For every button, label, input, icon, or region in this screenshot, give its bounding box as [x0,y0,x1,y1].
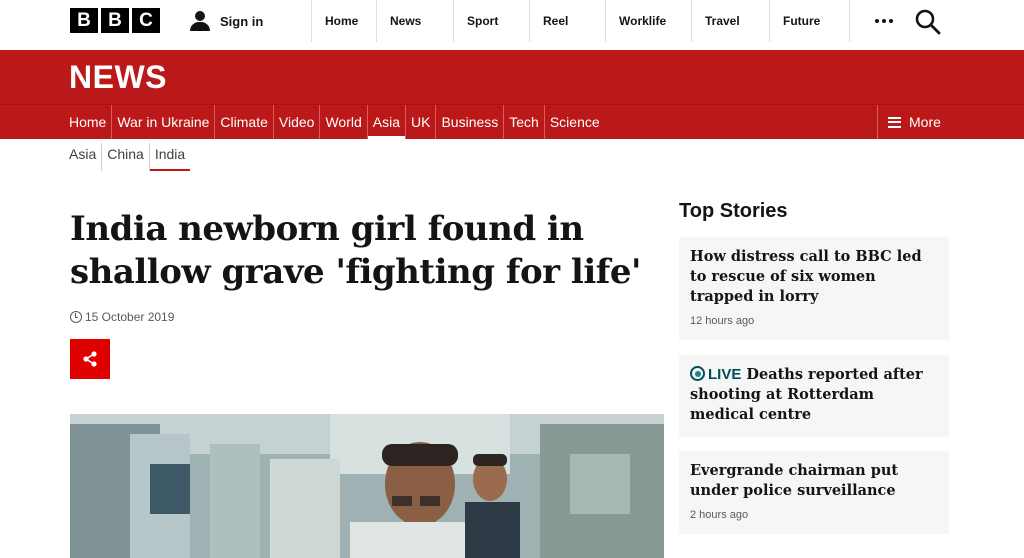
section-nav-climate[interactable]: Climate [215,105,274,139]
top-nav: Home News Sport Reel Worklife Travel Fut… [311,0,850,42]
top-story-card[interactable]: Evergrande chairman put under police sur… [679,451,949,534]
bbc-logo-letter: C [132,8,160,33]
top-stories-title: Top Stories [679,200,788,222]
more-label: More [909,114,941,130]
article-headline: India newborn girl found in shallow grav… [70,209,641,292]
top-story-headline[interactable]: LIVE Deaths reported after shooting at R… [690,365,938,425]
clock-icon [70,311,82,323]
sub-nav-china[interactable]: China [102,143,150,171]
section-nav-tech[interactable]: Tech [504,105,545,139]
bbc-logo-letter: B [101,8,129,33]
sub-nav-india[interactable]: India [149,143,191,171]
top-story-card[interactable]: LIVE Deaths reported after shooting at R… [679,355,949,437]
section-nav-business[interactable]: Business [436,105,505,139]
article-photo-illustration [70,414,664,558]
person-icon [189,10,211,32]
hamburger-icon [888,116,901,128]
sub-nav: Asia China India [64,143,191,173]
article-date-text: 15 October 2019 [85,310,175,324]
top-story-headline[interactable]: How distress call to BBC led to rescue o… [690,247,938,307]
section-nav-uk[interactable]: UK [406,105,437,139]
bbc-logo-letter: B [70,8,98,33]
news-title[interactable]: NEWS [69,59,167,96]
bbc-masthead: B B C Sign in Home News Sport Reel Workl… [0,0,1024,42]
article-date: 15 October 2019 [70,310,174,324]
share-button[interactable] [70,339,110,379]
section-nav-world[interactable]: World [320,105,368,139]
news-banner: NEWS [0,50,1024,104]
top-nav-future[interactable]: Future [770,0,850,42]
search-icon[interactable] [914,8,942,36]
top-nav-travel[interactable]: Travel [692,0,770,42]
top-nav-reel[interactable]: Reel [530,0,606,42]
section-nav: Home War in Ukraine Climate Video World … [0,104,1024,139]
section-nav-video[interactable]: Video [274,105,321,139]
top-nav-worklife[interactable]: Worklife [606,0,692,42]
top-nav-home[interactable]: Home [312,0,377,42]
top-story-time: 12 hours ago [690,315,755,327]
sign-in-link[interactable]: Sign in [189,8,263,34]
more-dots-icon[interactable] [875,19,893,23]
bbc-logo[interactable]: B B C [70,8,160,33]
sign-in-label: Sign in [220,13,264,29]
live-label: LIVE [708,366,742,383]
sub-nav-asia[interactable]: Asia [64,143,103,171]
section-nav-asia[interactable]: Asia [367,105,406,139]
share-icon [83,351,97,367]
section-nav-war-in-ukraine[interactable]: War in Ukraine [112,105,216,139]
live-icon [690,366,705,381]
top-story-time: 2 hours ago [690,509,749,521]
article-photo [70,414,664,558]
top-nav-sport[interactable]: Sport [454,0,530,42]
top-story-headline[interactable]: Evergrande chairman put under police sur… [690,461,938,501]
top-story-card[interactable]: How distress call to BBC led to rescue o… [679,237,949,340]
more-menu-button[interactable]: More [877,105,941,139]
top-nav-news[interactable]: News [377,0,454,42]
section-nav-home[interactable]: Home [64,105,113,139]
section-nav-science[interactable]: Science [545,105,605,139]
